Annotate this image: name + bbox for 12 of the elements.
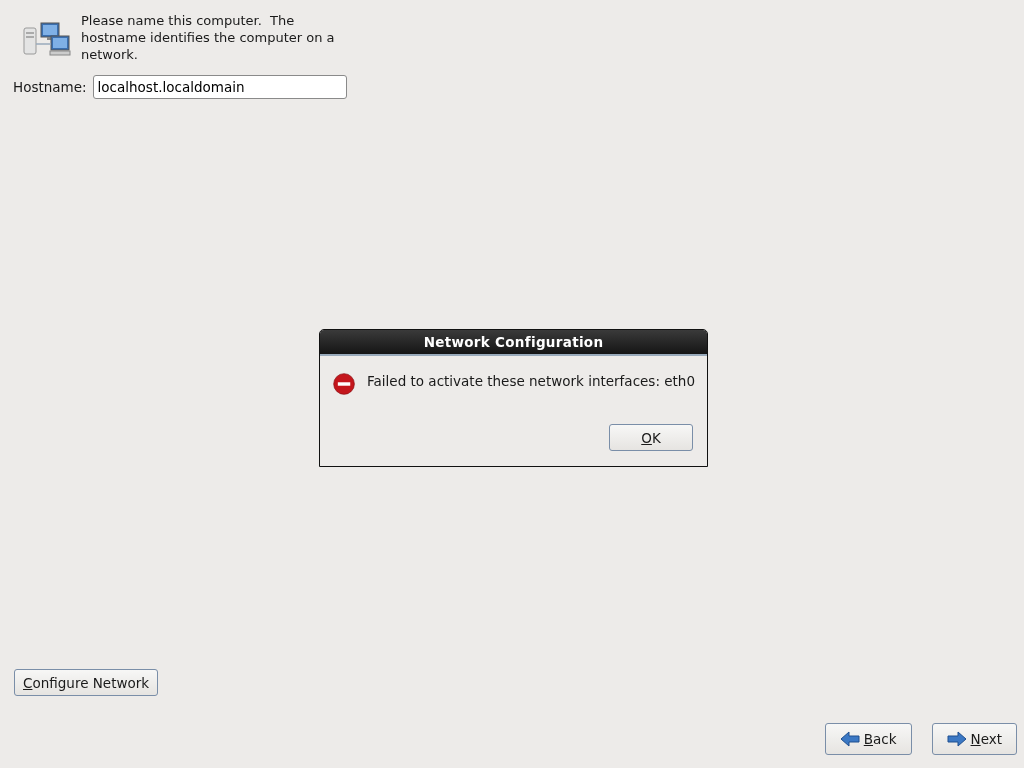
left-arrow-icon xyxy=(839,731,860,747)
hostname-label: Hostname: xyxy=(13,79,87,95)
next-button[interactable]: Next xyxy=(931,723,1017,755)
hostname-field[interactable]: localhost.localdomain xyxy=(92,75,347,99)
computers-icon xyxy=(23,22,71,58)
intro-text: Please name this computer. The hostname identifies the computer on a network. xyxy=(81,12,336,63)
configure-network-button[interactable]: Configure Network xyxy=(14,669,159,696)
error-message: Failed to activate these network interfaces: eth0 xyxy=(367,373,695,389)
ok-button[interactable]: OK xyxy=(609,424,693,451)
dialog-title: Network Configuration xyxy=(320,330,707,356)
back-button[interactable]: Back xyxy=(824,723,912,755)
right-arrow-icon xyxy=(946,731,967,747)
